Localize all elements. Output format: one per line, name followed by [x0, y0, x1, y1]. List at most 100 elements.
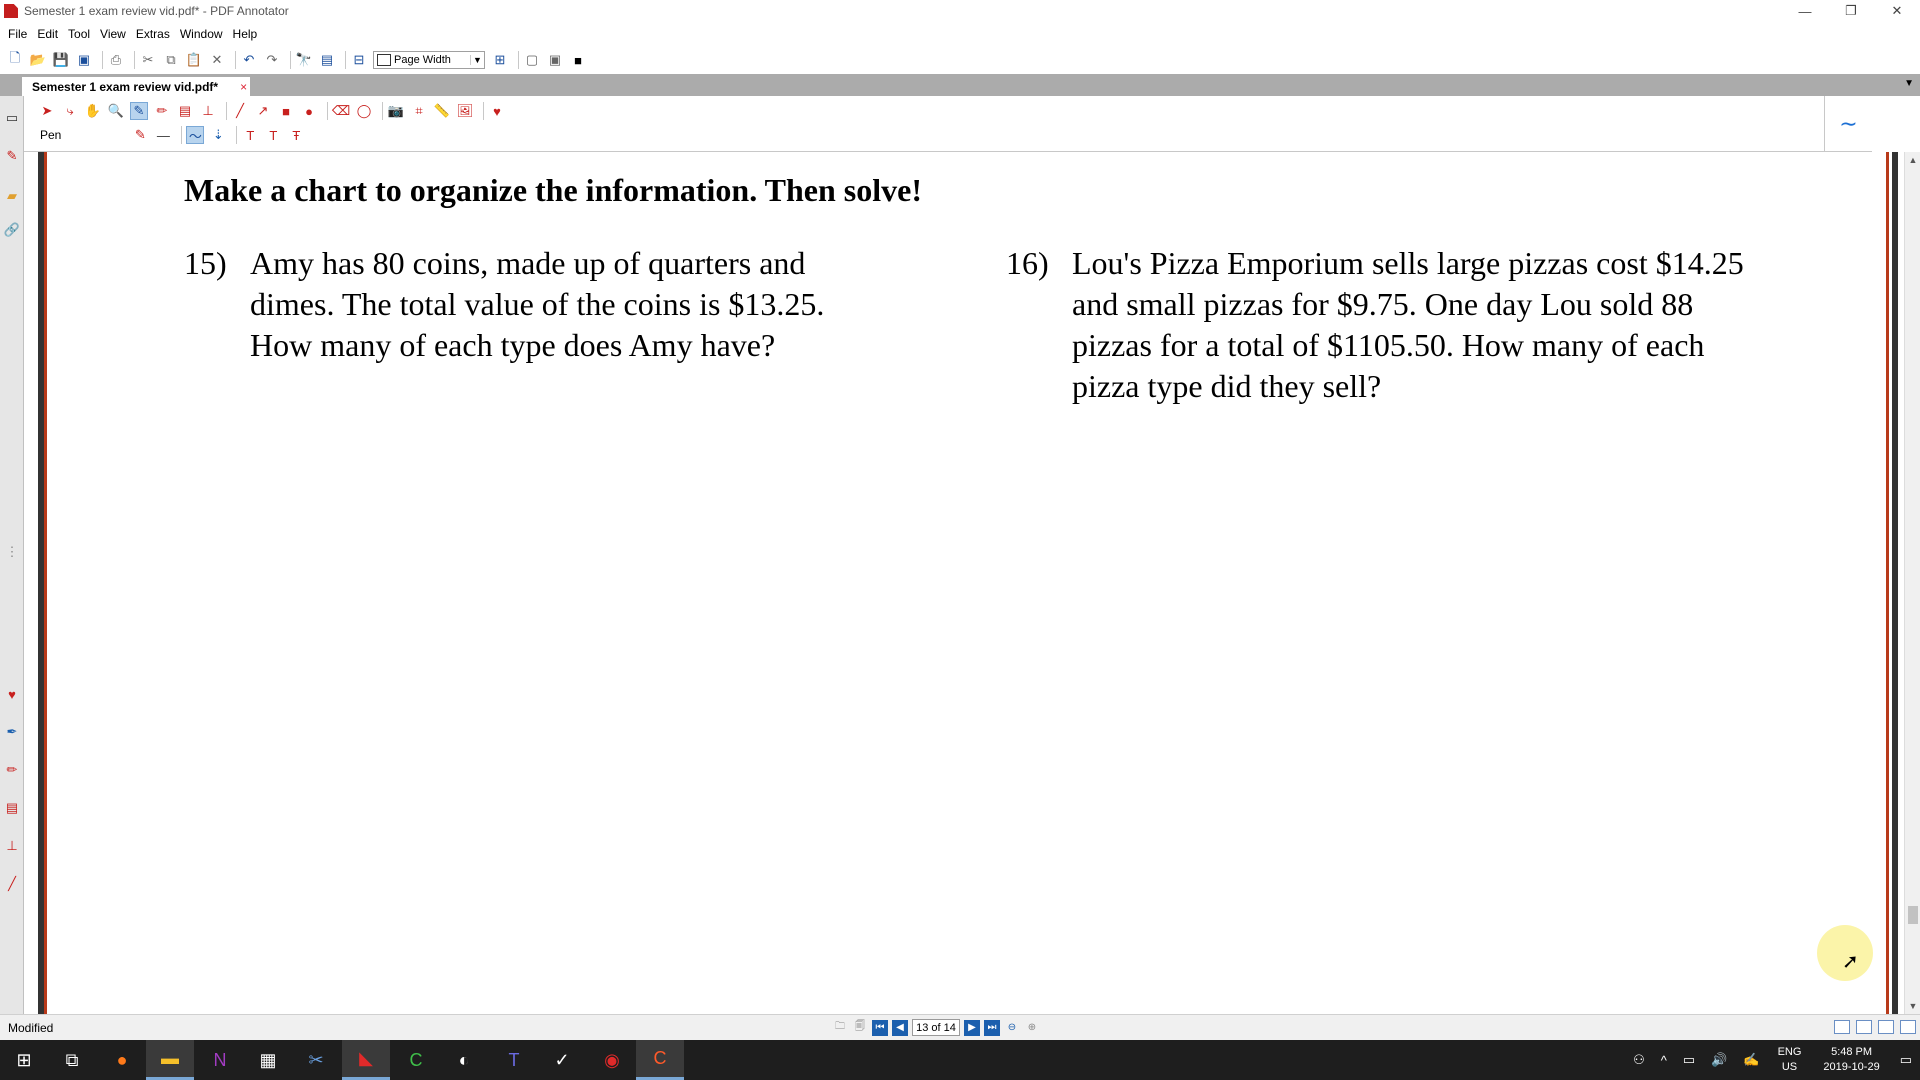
hand-icon[interactable]: ✋ [84, 102, 102, 120]
minimize-button[interactable]: — [1782, 0, 1828, 22]
screen-recorder-icon[interactable]: ◉ [588, 1040, 636, 1080]
start-windows-icon[interactable]: ⊞ [0, 1040, 48, 1080]
snipping-tool-icon[interactable]: ✂ [292, 1040, 340, 1080]
network-icon[interactable]: ▭ [1683, 1052, 1695, 1068]
continuous-view-icon[interactable] [1856, 1020, 1872, 1034]
fit-width-icon[interactable]: ▣ [546, 51, 564, 69]
text-underline-squiggle-icon[interactable]: T [264, 126, 282, 144]
delete-icon[interactable]: ✕ [208, 51, 226, 69]
cut-icon[interactable]: ✂ [139, 51, 157, 69]
menu-help[interactable]: Help [233, 27, 258, 41]
undo-icon[interactable]: ↶ [240, 51, 258, 69]
ellipse-tool-icon[interactable]: ● [300, 102, 318, 120]
action-center-icon[interactable]: ▭ [1900, 1052, 1912, 1068]
open-folder-icon[interactable]: 📂 [29, 51, 47, 69]
eraser-tool-icon[interactable]: ⌫ [332, 102, 350, 120]
two-page-continuous-view-icon[interactable] [1900, 1020, 1916, 1034]
menu-tool[interactable]: Tool [68, 27, 90, 41]
task-view-icon[interactable]: ⧉ [48, 1040, 96, 1080]
copy-icon[interactable]: ⧉ [162, 51, 180, 69]
tab-list-chevron-icon[interactable]: ▼ [1904, 78, 1914, 89]
input-language[interactable]: ENG US [1778, 1045, 1802, 1075]
two-page-view-icon[interactable] [1878, 1020, 1894, 1034]
document-tab[interactable]: Semester 1 exam review vid.pdf* × [22, 77, 250, 96]
vertical-scrollbar[interactable]: ▲ ▼ [1904, 152, 1920, 1014]
attachment-icon[interactable]: 🔗 [4, 222, 20, 238]
show-hidden-icons-chevron-icon[interactable]: ^ [1661, 1053, 1667, 1068]
menu-extras[interactable]: Extras [136, 27, 170, 41]
pen-icon[interactable]: ✒ [4, 724, 20, 740]
onenote-icon[interactable]: N [196, 1040, 244, 1080]
pen-tool-icon[interactable]: ✎ [130, 102, 148, 120]
single-page-view-icon[interactable] [1834, 1020, 1850, 1034]
document-list-icon[interactable]: 🗀 [832, 1020, 848, 1036]
highlighter-tool-icon[interactable]: ✏ [153, 102, 171, 120]
image-tool-icon[interactable]: 🖼 [456, 102, 474, 120]
calculator-icon[interactable]: ▦ [244, 1040, 292, 1080]
zoom-out-icon[interactable]: ⊟ [350, 51, 368, 69]
favorites-tool-icon[interactable]: ♥ [488, 102, 506, 120]
print-icon[interactable]: ⎙ [107, 51, 125, 69]
magnifier-icon[interactable]: 🔍 [107, 102, 125, 120]
page-layout-icon[interactable]: ▤ [318, 51, 336, 69]
close-tab-icon[interactable]: × [240, 80, 247, 94]
close-window-button[interactable]: ✕ [1874, 0, 1920, 22]
stroke-preview-icon[interactable]: ∼ [1824, 96, 1872, 152]
document-view[interactable]: Make a chart to organize the information… [24, 152, 1904, 1014]
textbox-tool-icon[interactable]: ▤ [176, 102, 194, 120]
pen-color-icon[interactable]: ✎ [131, 126, 149, 144]
scroll-down-icon[interactable]: ▼ [1905, 998, 1920, 1014]
volume-icon[interactable]: 🔊 [1711, 1052, 1727, 1068]
restore-button[interactable]: ❐ [1828, 0, 1874, 22]
save-all-icon[interactable]: ▣ [75, 51, 93, 69]
whiteboard-icon[interactable]: ✓ [538, 1040, 586, 1080]
new-document-icon[interactable]: 🗋 [6, 50, 24, 69]
strikeout-icon[interactable]: Ŧ [287, 126, 305, 144]
stamp-tool-icon[interactable]: ⊥ [199, 102, 217, 120]
paste-icon[interactable]: 📋 [185, 51, 203, 69]
last-page-icon[interactable]: ⏭ [984, 1019, 1000, 1036]
pressure-icon[interactable]: ⇣ [209, 126, 227, 144]
splitter-handle-icon[interactable]: ⋮ [4, 544, 20, 560]
favorites-heart-icon[interactable]: ♥ [4, 686, 20, 702]
zoom-select[interactable]: Page Width ▼ [373, 51, 485, 69]
page-thumbnail-icon[interactable]: ▭ [4, 110, 20, 126]
line-tool-icon[interactable]: ╱ [231, 102, 249, 120]
next-page-icon[interactable]: ▶ [964, 1019, 980, 1036]
text-box-icon[interactable]: ▤ [4, 800, 20, 816]
save-icon[interactable]: 💾 [52, 51, 70, 69]
redo-icon[interactable]: ↷ [263, 51, 281, 69]
menu-view[interactable]: View [100, 27, 126, 41]
underline-icon[interactable]: T [241, 126, 259, 144]
firefox-icon[interactable]: ● [98, 1040, 146, 1080]
menu-window[interactable]: Window [180, 27, 223, 41]
scrollbar-thumb[interactable] [1908, 906, 1918, 924]
back-icon[interactable]: ⊖ [1004, 1020, 1020, 1036]
text-select-icon[interactable]: ⤷ [61, 102, 79, 120]
stamp-icon[interactable]: ⊥ [4, 838, 20, 854]
fit-page-icon[interactable]: ▢ [523, 51, 541, 69]
page-number-field[interactable]: 13 of 14 [912, 1019, 960, 1036]
people-icon[interactable]: ⚇ [1633, 1052, 1645, 1068]
folder-icon[interactable]: ▰ [4, 188, 20, 204]
camtasia-icon[interactable]: C [392, 1040, 440, 1080]
arrow-tool-icon[interactable]: ↗ [254, 102, 272, 120]
select-arrow-icon[interactable]: ➤ [38, 102, 56, 120]
zoom-in-icon[interactable]: ⊞ [491, 51, 509, 69]
crop-tool-icon[interactable]: ⌗ [410, 102, 428, 120]
forward-icon[interactable]: ⊕ [1024, 1020, 1040, 1036]
file-explorer-icon[interactable]: ▬ [146, 1040, 194, 1080]
ruler-tool-icon[interactable]: 📏 [433, 102, 451, 120]
clock[interactable]: 5:48 PM 2019-10-29 [1823, 1045, 1879, 1075]
smooth-stroke-icon[interactable]: 〜 [186, 126, 205, 144]
marker-icon[interactable]: ✎ [4, 148, 20, 164]
highlighter-icon[interactable]: ✏ [4, 762, 20, 778]
document-list-alt-icon[interactable]: 🗐 [852, 1020, 868, 1036]
camtasia-recorder-icon[interactable]: C [636, 1040, 684, 1080]
rectangle-tool-icon[interactable]: ■ [277, 102, 295, 120]
lasso-tool-icon[interactable]: ◯ [355, 102, 373, 120]
teams-icon[interactable]: T [490, 1040, 538, 1080]
pen-workspace-icon[interactable]: ✍ [1743, 1052, 1759, 1068]
menu-edit[interactable]: Edit [37, 27, 58, 41]
pdf-annotator-taskbar-icon[interactable]: ◣ [342, 1040, 390, 1080]
